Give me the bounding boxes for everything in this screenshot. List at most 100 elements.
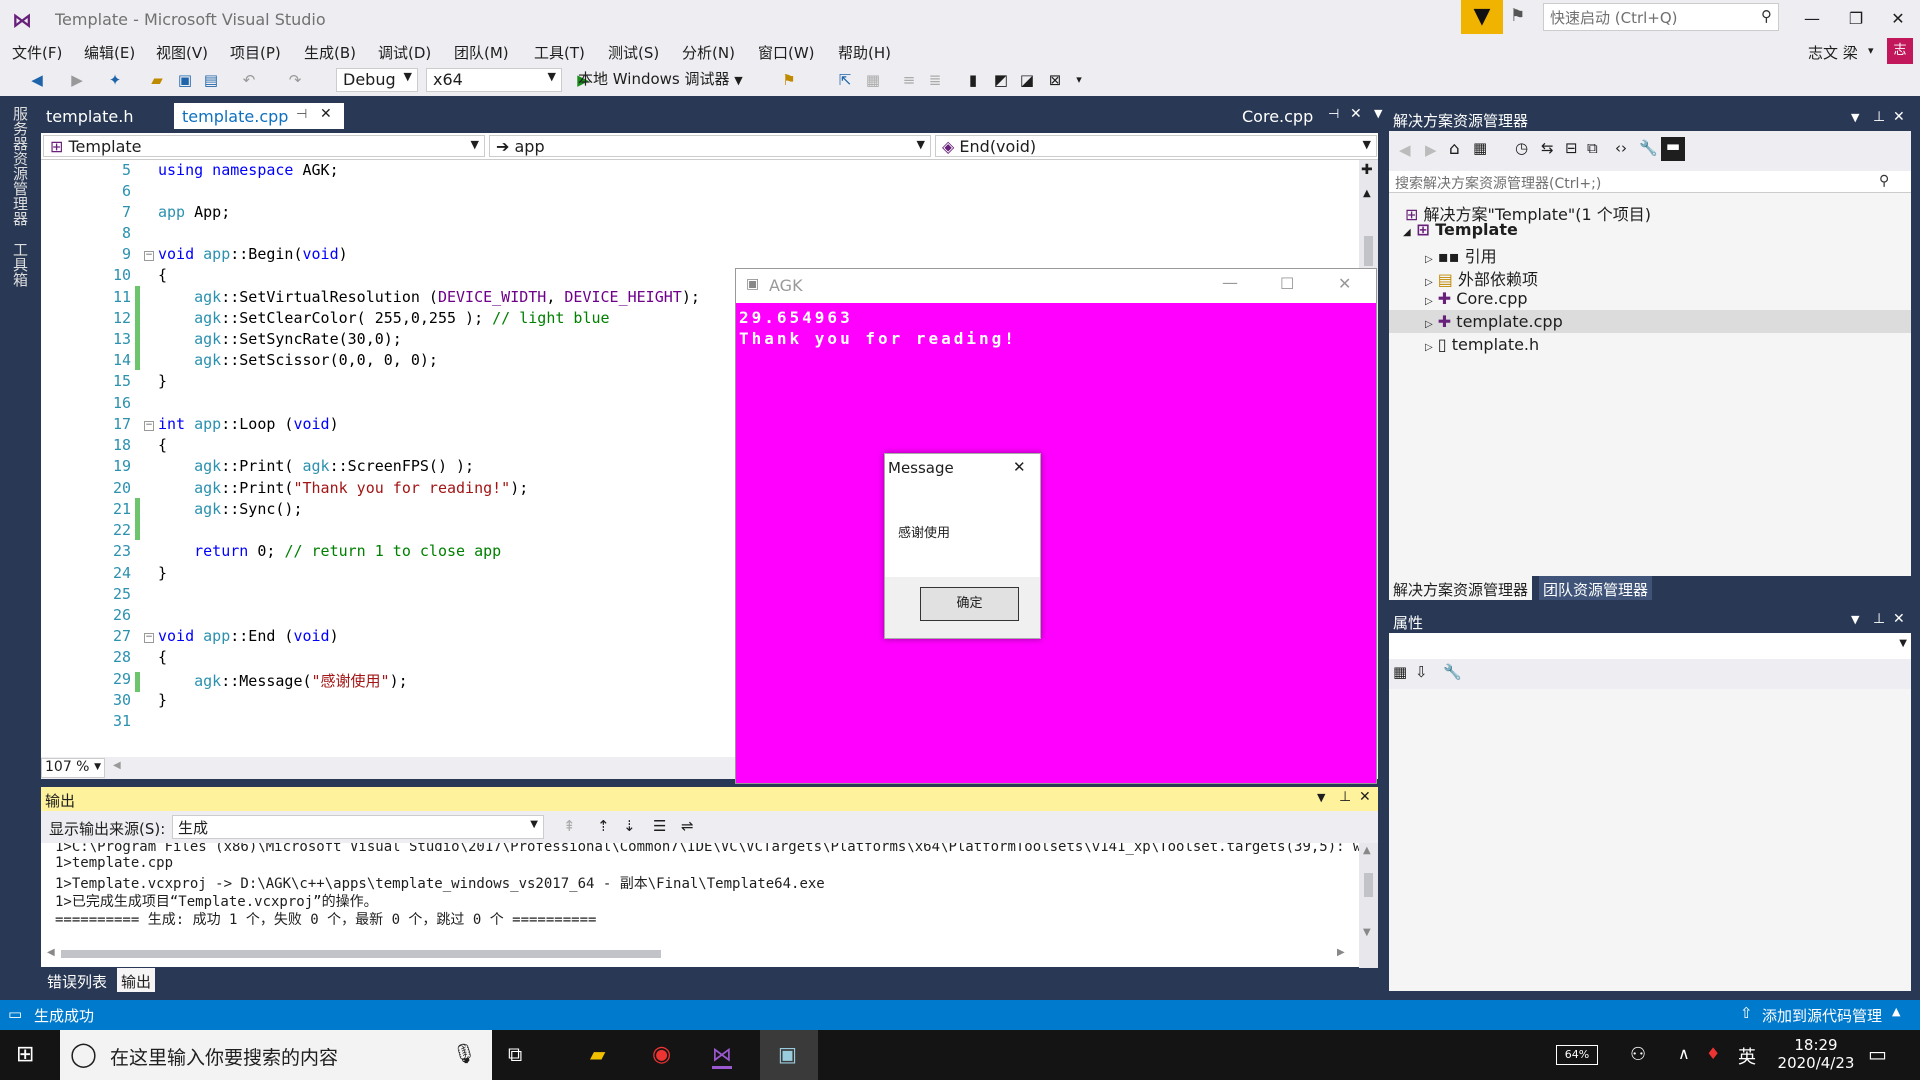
- forward-icon[interactable]: ▶: [66, 69, 88, 91]
- pending-changes-icon[interactable]: ◷: [1515, 139, 1528, 157]
- output-text[interactable]: 1>C:\Program Files (x86)\Microsoft Visua…: [41, 843, 1359, 965]
- scrollbar-thumb[interactable]: [61, 950, 661, 958]
- battery-indicator[interactable]: 64%: [1556, 1045, 1598, 1065]
- sync-icon[interactable]: ⇆: [1541, 139, 1554, 157]
- panel-menu-icon[interactable]: ▼: [1851, 613, 1859, 626]
- restore-button[interactable]: ❐: [1836, 4, 1876, 34]
- panel-menu-icon[interactable]: ▼: [1317, 791, 1325, 804]
- chevron-up-icon[interactable]: ∧: [1678, 1044, 1690, 1063]
- tree-item-template-cpp[interactable]: ▷ ✚ template.cpp: [1425, 312, 1563, 331]
- class-dropdown[interactable]: ➔ app ▼: [489, 135, 931, 157]
- chevron-up-icon[interactable]: ▲: [1892, 1005, 1900, 1018]
- find-icon[interactable]: ⚑: [778, 69, 800, 91]
- menu-team[interactable]: 团队(M): [454, 42, 509, 63]
- view-code-icon[interactable]: ‹›: [1615, 139, 1627, 157]
- taskbar-search-box[interactable]: ◯ 在这里输入你要搜索的内容 🎙: [60, 1030, 492, 1080]
- pin-icon[interactable]: ⊥: [1873, 109, 1885, 125]
- properties-icon[interactable]: 🔧: [1639, 139, 1658, 157]
- task-view-icon[interactable]: ⧉: [508, 1042, 522, 1066]
- minimize-button[interactable]: —: [1792, 4, 1832, 34]
- output-source-select[interactable]: 生成 ▼: [172, 815, 544, 839]
- clock[interactable]: 18:29 2020/4/23: [1776, 1036, 1856, 1072]
- menu-build[interactable]: 生成(B): [304, 42, 356, 63]
- menu-project[interactable]: 项目(P): [230, 42, 281, 63]
- scroll-right-icon[interactable]: ▶: [1337, 947, 1345, 958]
- pin-icon[interactable]: ⊥: [1873, 611, 1885, 627]
- menu-test[interactable]: 测试(S): [608, 42, 659, 63]
- tree-item-template-h[interactable]: ▷ ▯ template.h: [1425, 335, 1539, 354]
- close-button[interactable]: ✕: [1013, 458, 1026, 476]
- back-icon[interactable]: ◀: [26, 69, 48, 91]
- menu-edit[interactable]: 编辑(E): [84, 42, 135, 63]
- prev-message-icon[interactable]: ⇡: [597, 817, 610, 835]
- home-icon[interactable]: ⌂: [1449, 139, 1460, 159]
- scrollbar-thumb[interactable]: [1364, 873, 1373, 897]
- menu-view[interactable]: 视图(V): [156, 42, 208, 63]
- pin-icon[interactable]: ⊥: [1339, 789, 1351, 805]
- close-button[interactable]: ✕: [1338, 274, 1351, 293]
- collapse-icon[interactable]: −: [144, 633, 154, 643]
- microphone-icon[interactable]: 🎙: [452, 1042, 476, 1065]
- tab-core-cpp[interactable]: Core.cpp ⊣ ✕ ▼: [1234, 103, 1394, 129]
- zoom-select[interactable]: 107 % ▼: [41, 758, 105, 778]
- tab-list-icon[interactable]: ▼: [1374, 107, 1382, 120]
- navigate-icon[interactable]: ⇱: [834, 69, 856, 91]
- server-explorer-tab[interactable]: 服务器资源管理器: [10, 106, 31, 226]
- menu-window[interactable]: 窗口(W): [758, 42, 815, 63]
- solution-platform-select[interactable]: x64 ▼: [426, 68, 562, 92]
- file-explorer-icon[interactable]: ▰: [590, 1042, 605, 1066]
- alphabetical-icon[interactable]: ⇩: [1415, 663, 1428, 681]
- project-scope-dropdown[interactable]: ⊞ Template ▼: [43, 135, 485, 157]
- maximize-button[interactable]: ☐: [1280, 274, 1294, 293]
- split-icon[interactable]: ✚: [1361, 162, 1373, 178]
- close-icon[interactable]: ✕: [1359, 789, 1371, 805]
- tree-item-core-cpp[interactable]: ▷ ✚ Core.cpp: [1425, 289, 1528, 308]
- open-file-icon[interactable]: ▰: [146, 69, 168, 91]
- tab-template-h[interactable]: template.h: [38, 103, 168, 129]
- toolbox-tab[interactable]: 工具箱: [10, 242, 31, 287]
- switch-views-icon[interactable]: ▦: [1473, 139, 1487, 157]
- menu-help[interactable]: 帮助(H): [838, 42, 891, 63]
- menu-tools[interactable]: 工具(T): [534, 42, 585, 63]
- visual-studio-taskbar-icon[interactable]: ⋈: [712, 1042, 732, 1069]
- forward-icon[interactable]: ▶: [1425, 141, 1437, 159]
- properties-object-select[interactable]: ▼: [1389, 633, 1911, 659]
- tree-item-references[interactable]: ▷ ▪▪ 引用: [1425, 243, 1497, 267]
- clear-all-icon[interactable]: ☰: [653, 817, 666, 835]
- windows-start-icon[interactable]: ⊞: [16, 1042, 34, 1067]
- preview-icon[interactable]: ▬: [1661, 137, 1685, 161]
- tab-template-cpp[interactable]: template.cpp ⊣ ✕: [174, 103, 344, 129]
- save-all-icon[interactable]: ▤: [200, 69, 222, 91]
- back-icon[interactable]: ◀: [1399, 141, 1411, 159]
- ime-indicator[interactable]: 英: [1738, 1043, 1756, 1069]
- people-icon[interactable]: ⚇: [1630, 1044, 1646, 1065]
- panel-menu-icon[interactable]: ▼: [1851, 111, 1859, 124]
- close-icon[interactable]: ✕: [1893, 109, 1905, 125]
- tree-item-external-deps[interactable]: ▷ ▤ 外部依赖项: [1425, 266, 1538, 290]
- show-all-files-icon[interactable]: ⧉: [1587, 139, 1598, 157]
- menu-file[interactable]: 文件(F): [12, 42, 62, 63]
- scroll-up-icon[interactable]: ▲: [1363, 845, 1371, 856]
- menu-debug[interactable]: 调试(D): [378, 42, 431, 63]
- word-wrap-icon[interactable]: ⇌: [681, 817, 694, 835]
- tab-team-explorer[interactable]: 团队资源管理器: [1539, 576, 1653, 600]
- solution-configuration-select[interactable]: Debug ▼: [336, 68, 418, 92]
- pin-icon[interactable]: ⊣: [1328, 107, 1339, 122]
- agk-app-window[interactable]: ▣ AGK — ☐ ✕ 29.654963 Thank you for read…: [735, 268, 1377, 784]
- start-debugger-button[interactable]: 本地 Windows 调试器 ▼: [578, 68, 743, 89]
- menu-analyze[interactable]: 分析(N): [682, 42, 735, 63]
- redo-icon[interactable]: ↷: [284, 69, 306, 91]
- uncomment-icon[interactable]: ≣: [924, 69, 946, 91]
- scroll-down-icon[interactable]: ▼: [1363, 927, 1371, 938]
- bookmark-icon[interactable]: ▮: [962, 69, 984, 91]
- scroll-left-icon[interactable]: ◀: [47, 947, 55, 958]
- notification-filter-icon[interactable]: ▼: [1461, 0, 1503, 34]
- close-icon[interactable]: ✕: [1893, 611, 1905, 627]
- collapse-all-icon[interactable]: ⊟: [1565, 139, 1578, 157]
- member-dropdown[interactable]: ◈ End(void) ▼: [935, 135, 1377, 157]
- minimize-button[interactable]: —: [1222, 273, 1238, 292]
- solution-search-input[interactable]: 搜索解决方案资源管理器(Ctrl+;) ⚲: [1389, 171, 1911, 193]
- tray-app-icon[interactable]: ♦: [1706, 1044, 1720, 1063]
- next-message-icon[interactable]: ⇣: [623, 817, 636, 835]
- collapse-icon[interactable]: −: [144, 421, 154, 431]
